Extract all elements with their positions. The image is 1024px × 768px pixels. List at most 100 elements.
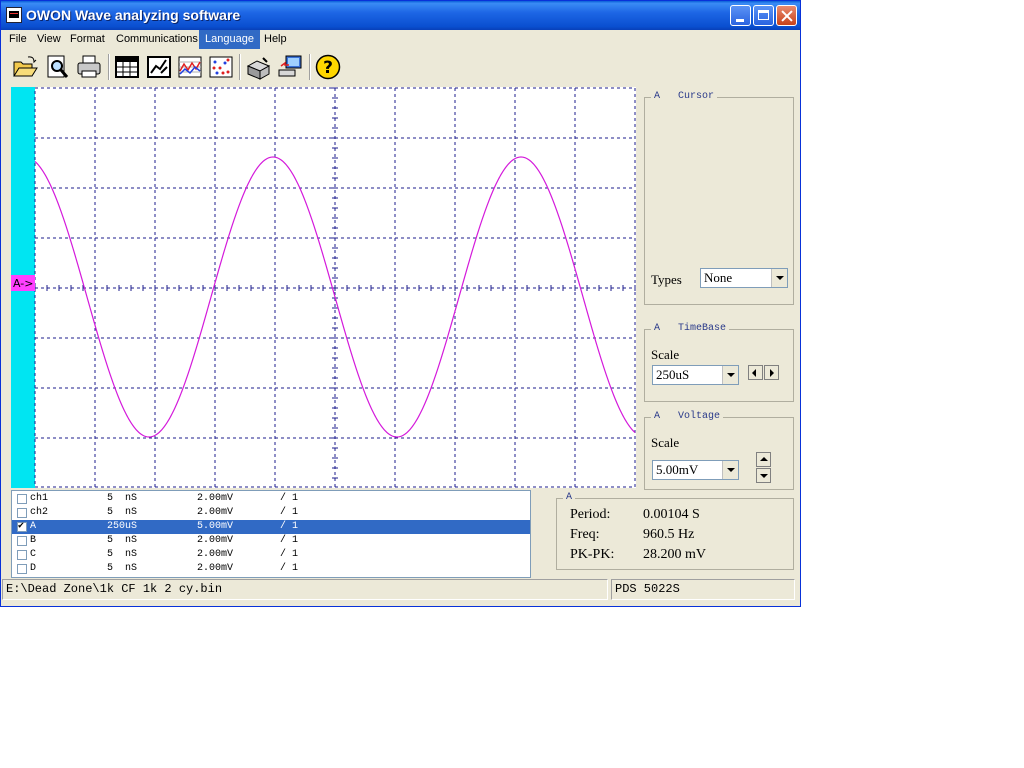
cursor-group-title: A Cursor [651,91,718,102]
freq-label: Freq: [570,527,600,542]
menu-bar: File View Format Communications Language… [1,30,800,49]
channel-voltage: 2.00mV [197,493,234,504]
channel-timebase: 5 nS [107,549,138,560]
svg-text:?: ? [323,58,333,78]
title-bar[interactable]: OWON Wave analyzing software [1,1,800,30]
channel-checkbox[interactable] [17,536,27,546]
channel-timebase: 5 nS [107,507,138,518]
channel-voltage: 2.00mV [197,535,234,546]
toolbar-separator [239,54,241,80]
cursor-group: A Cursor Types None [644,91,794,305]
minimize-button[interactable] [730,5,751,26]
chevron-down-icon[interactable] [722,461,738,479]
menu-format[interactable]: Format [64,30,111,49]
menu-language[interactable]: Language [199,30,260,49]
channel-checkbox[interactable] [17,564,27,574]
channel-name: C [30,549,37,560]
channel-row[interactable]: D 5 nS 2.00mV / 1 [12,562,530,576]
channel-checkbox[interactable] [17,550,27,560]
voltage-scale-dropdown[interactable]: 5.00mV [652,460,739,480]
channel-probe-ratio: / 1 [280,535,299,546]
chart-edit-icon[interactable] [146,54,172,80]
toolbar-separator [309,54,311,80]
cursor-types-value: None [704,270,733,285]
app-window: OWON Wave analyzing software File View F… [0,0,801,607]
timebase-group: A TimeBase Scale 250uS [644,323,794,402]
computer-transfer-icon[interactable] [277,54,303,80]
period-label: Period: [570,507,611,522]
device-icon[interactable] [245,54,271,80]
channel-voltage: 2.00mV [197,507,234,518]
voltage-group-title: A Voltage [651,411,724,422]
period-value: 0.00104 S [643,507,700,522]
channel-name: ch1 [30,493,49,504]
channel-checkbox[interactable] [17,508,27,518]
toolbar: ? [1,51,800,83]
channel-timebase: 5 nS [107,493,138,504]
chevron-down-icon[interactable] [771,269,787,287]
maximize-button[interactable] [753,5,774,26]
channel-row[interactable]: ch2 5 nS 2.00mV / 1 [12,506,530,520]
window-title: OWON Wave analyzing software [26,7,241,23]
status-device-name: PDS 5022S [611,579,795,600]
pkpk-value: 28.200 mV [643,547,706,562]
channel-checkbox[interactable] [17,520,27,534]
menu-help[interactable]: Help [258,30,293,49]
channel-voltage: 5.00mV [197,521,234,532]
waveform-icon[interactable] [177,54,203,80]
channel-name: B [30,535,37,546]
channel-voltage: 2.00mV [197,549,234,560]
print-preview-icon[interactable] [44,54,70,80]
channel-probe-ratio: / 1 [280,563,299,574]
channel-voltage: 2.00mV [197,563,234,574]
timebase-scale-dropdown[interactable]: 250uS [652,365,739,385]
table-icon[interactable] [114,54,140,80]
types-label: Types [651,272,682,287]
timebase-scale-label: Scale [651,347,680,362]
voltage-group: A Voltage Scale 5.00mV [644,411,794,490]
toolbar-separator [108,54,110,80]
timebase-group-title: A TimeBase [651,323,730,334]
freq-value: 960.5 Hz [643,527,695,542]
voltage-scale-value: 5.00mV [656,462,699,477]
chevron-down-icon[interactable] [722,366,738,384]
channel-checkbox[interactable] [17,494,27,504]
channel-name: A [30,521,37,532]
channel-name: ch2 [30,507,49,518]
channel-row[interactable]: B 5 nS 2.00mV / 1 [12,534,530,548]
timebase-increase-button[interactable] [764,365,779,380]
channel-timebase: 5 nS [107,563,138,574]
open-folder-icon[interactable] [12,54,38,80]
timebase-decrease-button[interactable] [748,365,763,380]
scatter-icon[interactable] [208,54,234,80]
timebase-scale-value: 250uS [656,367,690,382]
channel-timebase: 5 nS [107,535,138,546]
waveform-display[interactable]: A-> [11,87,636,488]
voltage-increase-button[interactable] [756,452,771,467]
voltage-scale-label: Scale [651,435,680,450]
measurement-group-title: A [563,492,576,503]
status-file-path: E:\Dead Zone\1k CF 1k 2 cy.bin [2,579,608,600]
channel-probe-ratio: / 1 [280,507,299,518]
pkpk-label: PK-PK: [570,547,615,562]
channel-a-marker-label: A-> [13,277,33,290]
channel-probe-ratio: / 1 [280,549,299,560]
channel-list[interactable]: ch1 5 nS 2.00mV / 1 ch2 5 nS 2.00mV / 1 A 250uS 5.… [11,490,531,578]
channel-row[interactable]: ch1 5 nS 2.00mV / 1 [12,492,530,506]
menu-communications[interactable]: Communications [110,30,204,49]
channel-timebase: 250uS [107,521,138,532]
print-icon[interactable] [76,54,102,80]
menu-view[interactable]: View [31,30,67,49]
channel-probe-ratio: / 1 [280,521,299,532]
channel-probe-ratio: / 1 [280,493,299,504]
menu-file[interactable]: File [3,30,33,49]
close-button[interactable] [776,5,797,26]
cursor-types-dropdown[interactable]: None [700,268,788,288]
voltage-decrease-button[interactable] [756,468,771,483]
channel-row[interactable]: C 5 nS 2.00mV / 1 [12,548,530,562]
measurement-group: A Period: 0.00104 S Freq: 960.5 Hz PK-PK… [556,492,794,570]
app-icon[interactable] [6,7,22,23]
help-icon[interactable]: ? [315,54,341,80]
channel-name: D [30,563,37,574]
channel-row[interactable]: A 250uS 5.00mV / 1 [12,520,530,534]
